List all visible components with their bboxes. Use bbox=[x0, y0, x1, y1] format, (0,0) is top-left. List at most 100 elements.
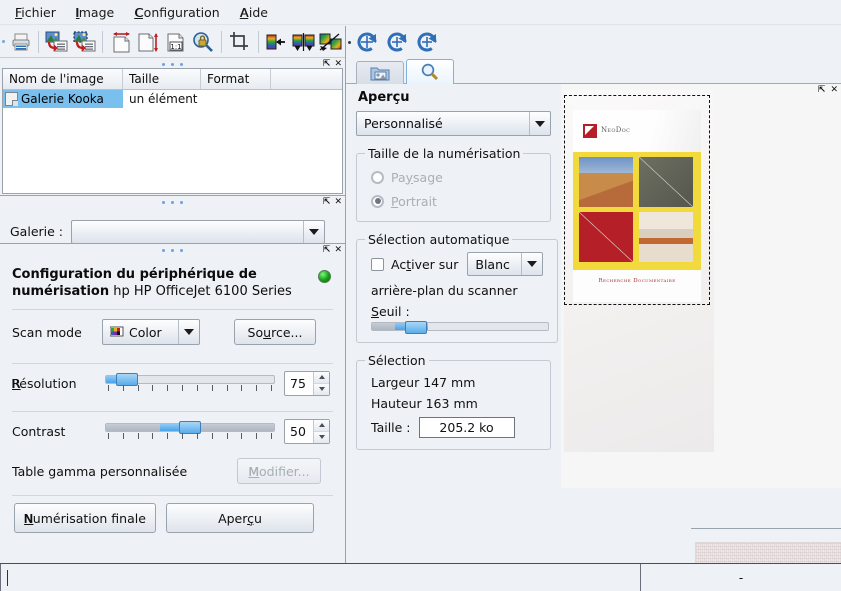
menu-configuration-label: Configuration bbox=[135, 5, 220, 20]
image-import-icon[interactable] bbox=[43, 29, 70, 55]
print-icon[interactable] bbox=[7, 29, 34, 55]
close-icon[interactable]: ✕ bbox=[334, 246, 342, 255]
menu-configuration[interactable]: CConfiguration bbox=[125, 2, 229, 23]
rotate-right-icon[interactable] bbox=[413, 29, 443, 55]
gallery-list[interactable]: Nom de l'image Taille Format Galerie Koo… bbox=[2, 68, 343, 194]
contrast-decrement-button[interactable] bbox=[314, 432, 329, 443]
preview-scan-button[interactable]: Aperçu bbox=[166, 503, 314, 533]
statusbar-caret bbox=[7, 570, 8, 586]
format-combobox-value: Personnalisé bbox=[364, 116, 443, 131]
chevron-down-icon[interactable] bbox=[178, 320, 199, 344]
radio-landscape-label: Paysage bbox=[391, 170, 443, 185]
galerie-dockbar: ⇱ ✕ bbox=[0, 195, 345, 208]
chevron-down-icon[interactable] bbox=[303, 221, 324, 243]
tab-gallery[interactable] bbox=[356, 61, 404, 84]
auto-selection-group: Sélection automatique Activer sur Blanc … bbox=[356, 232, 558, 343]
folder-document-icon bbox=[5, 92, 18, 106]
contrast-spinbox[interactable]: 50 bbox=[284, 419, 330, 444]
mirror-vertical-icon[interactable] bbox=[290, 29, 317, 55]
statusbar-message-area bbox=[0, 564, 641, 591]
tab-preview[interactable] bbox=[406, 59, 454, 84]
chevron-down-icon[interactable] bbox=[529, 112, 550, 135]
scanner-bed-paper: NeoDoc Recherche Documentaire bbox=[564, 90, 714, 452]
radio-portrait[interactable]: Portrait bbox=[365, 189, 542, 213]
table-row[interactable]: Galerie Kooka un élément bbox=[3, 90, 342, 108]
resolution-label: RRésolution bbox=[12, 376, 105, 391]
radio-landscape[interactable]: Paysage bbox=[365, 165, 542, 189]
menubar: FFichier IImage CConfiguration AAide bbox=[0, 0, 841, 25]
scan-preview-stage[interactable]: NeoDoc Recherche Documentaire bbox=[561, 84, 841, 488]
format-combobox[interactable]: Personnalisé bbox=[356, 111, 551, 136]
preview-options: Aperçu Personnalisé Taille de la numéris… bbox=[356, 84, 561, 488]
zoom-lock-icon[interactable] bbox=[190, 29, 217, 55]
scan-mode-combobox[interactable]: Color bbox=[102, 319, 200, 345]
document-photo-grid bbox=[573, 152, 701, 270]
tabstrip bbox=[346, 58, 841, 84]
rotate-custom-icon[interactable] bbox=[353, 29, 383, 55]
scale-width-icon[interactable] bbox=[107, 29, 134, 55]
threshold-label: Seuil : bbox=[365, 300, 549, 322]
neodoc-logo-icon bbox=[583, 124, 597, 138]
original-size-icon[interactable]: 1:1 bbox=[162, 29, 189, 55]
resolution-decrement-button[interactable] bbox=[314, 384, 329, 395]
auto-selection-checkbox[interactable] bbox=[371, 258, 384, 271]
close-icon[interactable]: ✕ bbox=[334, 198, 342, 207]
device-config-device-name: hp HP OfficeJet 6100 Series bbox=[113, 284, 292, 299]
undock-icon[interactable]: ⇱ bbox=[323, 246, 331, 255]
galerie-combobox[interactable] bbox=[71, 220, 325, 244]
gallery-row-name: Galerie Kooka bbox=[21, 92, 104, 106]
contrast-slider[interactable] bbox=[105, 420, 275, 442]
selection-legend: Sélection bbox=[365, 353, 429, 368]
gamma-edit-button[interactable]: MModifier... bbox=[237, 458, 321, 484]
menu-aide[interactable]: AAide bbox=[231, 2, 277, 23]
statusbar: - bbox=[0, 563, 841, 591]
gallery-list-header: Nom de l'image Taille Format bbox=[3, 69, 342, 90]
selection-width: Largeur 147 mm bbox=[365, 372, 542, 393]
menu-fichier-label: Fichier bbox=[15, 5, 56, 20]
preview-heading: Aperçu bbox=[358, 90, 561, 105]
contrast-row: Contrast 50 bbox=[12, 412, 333, 450]
resolution-increment-button[interactable] bbox=[314, 372, 329, 384]
threshold-slider[interactable] bbox=[371, 322, 549, 334]
toolbar-drag-handle[interactable] bbox=[0, 29, 7, 55]
rotate-mirror-icon[interactable] bbox=[317, 29, 344, 55]
crop-icon[interactable] bbox=[226, 29, 253, 55]
chevron-down-icon[interactable] bbox=[521, 253, 542, 275]
final-scan-button[interactable]: NNumérisation finale bbox=[14, 503, 156, 533]
scan-size-group: Taille de la numérisation Paysage Portra… bbox=[356, 146, 551, 222]
selection-marquee[interactable]: NeoDoc Recherche Documentaire bbox=[564, 95, 710, 305]
auto-selection-note: arrière-plan du scanner bbox=[365, 277, 549, 300]
selection-height: Hauteur 163 mm bbox=[365, 393, 542, 414]
undock-icon[interactable]: ⇱ bbox=[323, 198, 331, 207]
close-icon[interactable]: ✕ bbox=[830, 85, 838, 95]
scan-mode-label: Scan mode bbox=[12, 325, 102, 340]
menu-fichier[interactable]: FFichier bbox=[6, 2, 65, 23]
resolution-slider[interactable] bbox=[105, 372, 275, 394]
image-select-import-icon[interactable] bbox=[71, 29, 98, 55]
column-header-extra[interactable] bbox=[271, 69, 342, 89]
rotate-left-icon[interactable] bbox=[383, 29, 413, 55]
undock-icon[interactable]: ⇱ bbox=[818, 85, 826, 95]
statusbar-right-value: - bbox=[641, 564, 841, 591]
right-work-area: ⇱ ✕ Aperçu Personnalisé Taille de la num… bbox=[345, 58, 841, 563]
photo-canyon bbox=[579, 157, 633, 207]
mirror-horizontal-icon[interactable] bbox=[263, 29, 290, 55]
source-button[interactable]: Source... bbox=[234, 319, 316, 345]
device-config-panel: ⇱ ✕ Configuration du périphérique de num… bbox=[0, 243, 345, 563]
scale-height-icon[interactable] bbox=[135, 29, 162, 55]
background-color-combobox[interactable]: Blanc bbox=[467, 252, 543, 276]
resolution-spinbox[interactable]: 75 bbox=[284, 371, 330, 396]
folder-image-icon bbox=[370, 65, 390, 82]
scanned-document-image: NeoDoc Recherche Documentaire bbox=[573, 110, 701, 302]
rotation-toolbar-drag-handle[interactable] bbox=[346, 29, 353, 55]
background-color-value: Blanc bbox=[475, 257, 510, 272]
status-led-icon bbox=[318, 270, 331, 283]
column-header-name[interactable]: Nom de l'image bbox=[3, 69, 123, 89]
menu-image[interactable]: IImage bbox=[67, 2, 123, 23]
bottom-dockbar: ⇱ ✕ bbox=[691, 528, 841, 541]
column-header-size[interactable]: Taille bbox=[123, 69, 201, 89]
contrast-increment-button[interactable] bbox=[314, 420, 329, 432]
gallery-row-name-cell[interactable]: Galerie Kooka bbox=[3, 90, 123, 108]
gamma-label: Table gamma personnalisée bbox=[12, 464, 237, 479]
column-header-format[interactable]: Format bbox=[201, 69, 271, 89]
